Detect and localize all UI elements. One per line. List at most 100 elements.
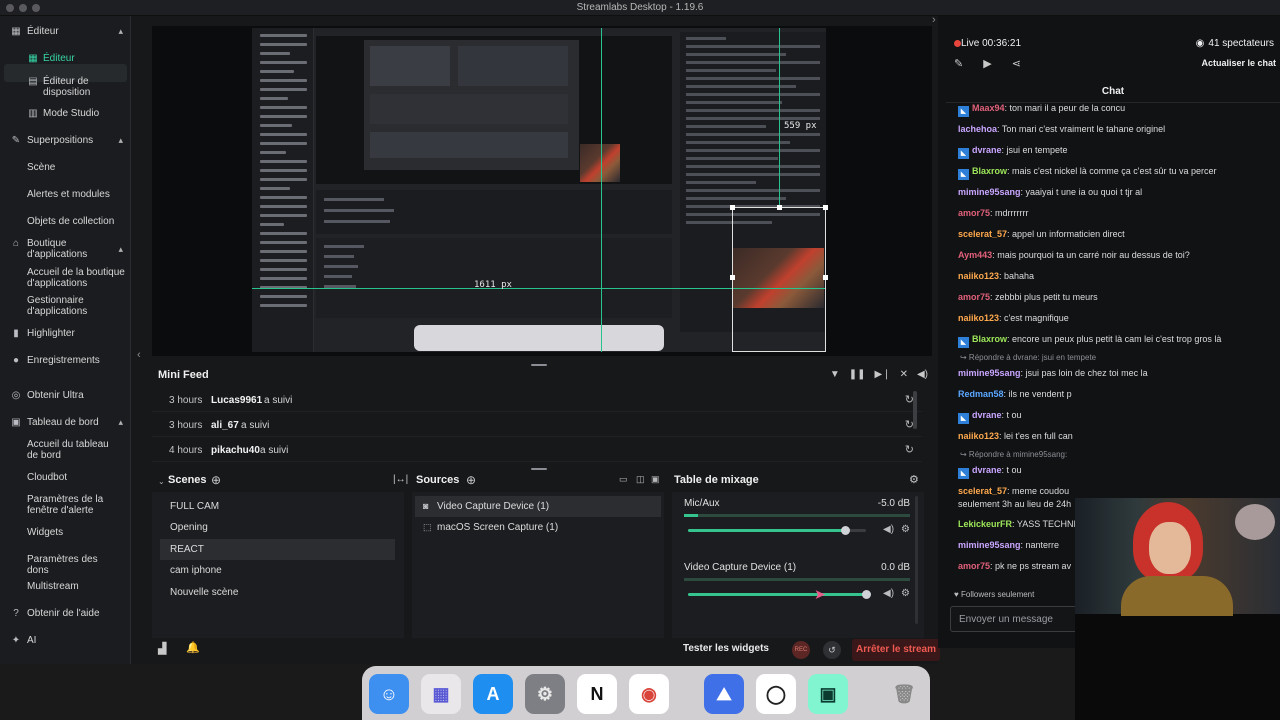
chevron-up-icon[interactable]: ▴ [118,244,123,255]
test-widgets-button[interactable]: Tester les widgets [683,643,769,654]
resize-handle[interactable] [730,205,735,210]
chat-username[interactable]: mimine95sang [958,187,1021,197]
chat-username[interactable]: mimine95sang [958,540,1021,550]
source-properties-icon[interactable]: ▣ [651,474,660,485]
app-store-icon[interactable]: A [473,674,513,714]
scene-item[interactable]: FULL CAM [160,496,395,517]
nested-sidebar [252,28,314,352]
ai-icon: ✦ [11,635,21,646]
edit-stream-info-icon[interactable]: ✎ [954,57,963,70]
performance-stats-icon[interactable]: ▟ [158,642,166,655]
resize-handle[interactable] [823,275,828,280]
resize-handle[interactable] [730,275,735,280]
skip-icon[interactable]: ▶❘ [875,369,891,380]
record-button[interactable]: REC [792,641,810,659]
chat-username[interactable]: amor75 [958,208,990,218]
scene-item[interactable]: cam iphone [160,560,395,581]
gear-icon[interactable]: ⚙ [901,524,910,535]
chat-username[interactable]: amor75 [958,292,990,302]
alignment-guide-vertical-2 [779,28,780,208]
chrome-icon[interactable]: ◉ [629,674,669,714]
chat-username[interactable]: dvrane [972,465,1002,475]
chat-text: : t ou [1001,465,1022,475]
chevron-down-icon[interactable]: ⌄ [158,477,165,486]
mixer-settings-icon[interactable]: ⚙ [909,473,919,486]
scene-transitions-icon[interactable]: |↔| [393,474,408,485]
grid-icon: ▦ [11,26,21,37]
refresh-chat-button[interactable]: Actualiser le chat [1201,58,1276,68]
chat-username[interactable]: dvrane [972,145,1002,155]
notifications-icon[interactable]: 🔔 [186,641,200,654]
launchpad-icon[interactable]: ▦ [421,674,461,714]
chevron-left-icon[interactable]: ‹ [137,349,141,361]
folder-icon[interactable]: ▭ [619,474,628,485]
chevron-up-icon[interactable]: ▴ [118,417,123,428]
stream-preview[interactable]: 1611 px 559 px [152,26,932,356]
obs-icon[interactable]: ◯ [756,674,796,714]
mixer-scrollbar[interactable] [915,496,918,624]
streamlabs-icon[interactable]: ▣ [808,674,848,714]
chat-username[interactable]: scelerat_57 [958,229,1007,239]
webcam-overlay [1075,498,1280,720]
chat-username[interactable]: Aym443 [958,250,992,260]
source-item[interactable]: ⬚ macOS Screen Capture (1) [415,517,661,538]
finder-icon[interactable]: ☺ [369,674,409,714]
chat-username[interactable]: Redman58 [958,389,1004,399]
gear-icon[interactable]: ⚙ [901,588,910,599]
settings-icon[interactable]: ⚙ [525,674,565,714]
chat-username[interactable]: naiiko123 [958,271,999,281]
resize-handle[interactable] [777,205,782,210]
pause-icon[interactable]: ❚❚ [849,369,866,380]
mini-feed-scrollbar[interactable] [913,391,917,429]
replay-buffer-icon[interactable]: ↺ [823,641,841,659]
notion-icon[interactable]: N [577,674,617,714]
slider-knob[interactable] [840,526,850,535]
chat-username[interactable]: lachehoa [958,124,997,134]
repeat-alert-icon[interactable]: ↻ [905,443,914,456]
chat-username[interactable]: dvrane [972,410,1002,420]
chat-username[interactable]: naiiko123 [958,313,999,323]
share-icon[interactable]: ⋖ [1012,57,1021,70]
mixer-volume-slider[interactable] [688,590,871,599]
window-title: Streamlabs Desktop - 1.19.6 [576,2,704,13]
chevron-up-icon[interactable]: ▴ [118,135,123,146]
add-source-icon[interactable]: ⊕ [466,473,476,487]
volume-icon[interactable]: ◀) [917,369,928,380]
chat-username[interactable]: Blaxrow [972,166,1007,176]
scene-item[interactable]: Opening [160,517,395,538]
editor-icon: ▦ [28,53,38,64]
scene-item[interactable]: Nouvelle scène [160,582,395,603]
video-icon[interactable]: ▶ [983,57,991,70]
resize-drag-handle[interactable] [531,468,547,470]
nordvpn-icon[interactable]: ⛰ [704,674,744,714]
volume-icon[interactable]: ◀) [883,588,894,599]
mixer-volume-slider[interactable] [688,526,866,535]
group-icon[interactable]: ◫ [636,474,645,485]
chat-username[interactable]: Blaxrow [972,334,1007,344]
slider-knob[interactable] [862,590,871,599]
add-scene-icon[interactable]: ⊕ [211,473,221,487]
nested-mini-feed [316,190,672,234]
chat-text: : Ton mari c'est vraiment le tahane orig… [997,124,1166,134]
stop-stream-button[interactable]: Arrêter le stream [852,639,940,661]
chevron-up-icon[interactable]: ▴ [118,26,123,37]
chat-username[interactable]: Maax94 [972,103,1005,113]
trash-icon[interactable]: 🗑 [884,674,924,714]
filter-icon[interactable]: ▼ [830,369,840,380]
chat-username[interactable]: LekickeurFR [958,519,1012,529]
chat-username[interactable]: mimine95sang [958,368,1021,378]
viewer-count: ◉ 41 spectateurs [1195,38,1274,49]
chat-username[interactable]: scelerat_57 [958,486,1007,496]
selected-source-box[interactable] [732,207,826,352]
subscriber-badge-icon: ◣ [958,148,969,159]
source-item[interactable]: ◙ Video Capture Device (1) [415,496,661,517]
live-status: Live 00:36:21 [961,38,1022,49]
chat-username[interactable]: naiiko123 [958,431,999,441]
chat-text: : mdrrrrrrr [990,208,1029,218]
chevron-right-icon[interactable]: › [932,14,936,26]
chat-username[interactable]: amor75 [958,561,990,571]
resize-handle[interactable] [823,205,828,210]
volume-icon[interactable]: ◀) [883,524,894,535]
scene-item[interactable]: REACT [160,539,395,560]
mute-alerts-icon[interactable]: ✕ [900,369,908,380]
